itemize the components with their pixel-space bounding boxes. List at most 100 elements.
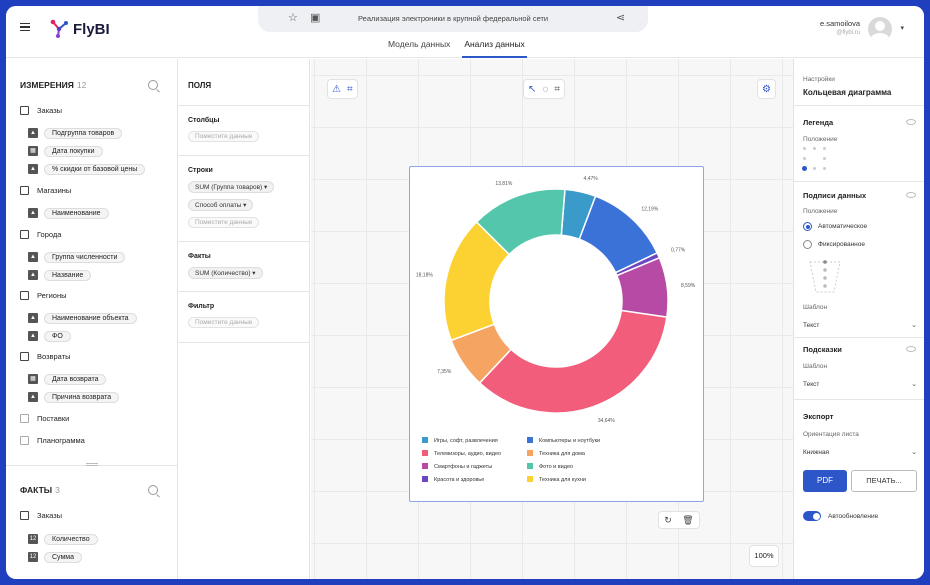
print-button[interactable]: ПЕЧАТЬ... — [851, 470, 917, 492]
group-orders[interactable]: Заказы — [20, 106, 62, 115]
tooltips-title: Подсказки — [803, 345, 842, 354]
legend-label: Игры, софт, развлечения — [434, 438, 498, 444]
frame-icon[interactable]: ⌗ — [554, 84, 560, 95]
orientation-select[interactable]: Книжная ⌄ — [803, 449, 917, 456]
legend-item[interactable]: Техника для кухни — [527, 476, 586, 483]
field-item[interactable]: 12 Количество — [28, 533, 98, 545]
tab-data-analysis[interactable]: Анализ данных — [462, 38, 527, 58]
star-icon[interactable]: ☆ — [288, 11, 298, 24]
field-item[interactable]: ▲% скидки от базовой цены — [28, 163, 146, 175]
facts-label: Факты — [188, 253, 211, 260]
field-item[interactable]: ▲ Подгруппа товаров — [28, 127, 123, 139]
refresh-icon[interactable]: ↻ — [664, 515, 672, 526]
chart-card[interactable]: 4,47% 12,19% 0,77% 8,59% 34,64% 7,35% 18,18% 13… — [409, 166, 704, 502]
tooltips-template-select[interactable]: Текст ⌄ — [803, 381, 917, 388]
cursor-icon[interactable]: ↖ — [528, 84, 536, 95]
eye-icon[interactable] — [906, 192, 916, 198]
legend-label: Красота и здоровье — [434, 477, 485, 483]
chevron-down-icon: ⌄ — [911, 322, 917, 329]
search-icon[interactable] — [148, 485, 158, 495]
group-facts-orders[interactable]: Заказы — [20, 511, 62, 520]
dimension-icon: ▲ — [28, 313, 38, 323]
table-icon — [20, 414, 29, 423]
row-chip[interactable]: SUM (Группа товаров) ▾ — [188, 181, 275, 193]
main-tabs: Модель данных Анализ данных — [386, 38, 527, 58]
group-stores[interactable]: Магазины — [20, 186, 71, 195]
chevron-down-icon: ⌄ — [911, 449, 917, 456]
auto-update-toggle[interactable] — [803, 511, 821, 521]
legend-item[interactable]: Фото и видео — [527, 463, 573, 470]
row-chip[interactable]: Способ оплаты ▾ — [188, 199, 254, 211]
legend-item[interactable]: Телевизоры, аудио, видео — [422, 450, 501, 457]
table-icon — [20, 186, 29, 195]
layout-toolbar: ⚠ ⌗ — [327, 79, 358, 99]
field-item[interactable]: ▲ Наименование — [28, 207, 109, 219]
save-icon[interactable]: ▣ — [310, 11, 320, 24]
data-label: 12,19% — [641, 206, 659, 212]
radio-fixed[interactable]: Фиксированное — [803, 240, 865, 249]
legend-label: Компьютеры и ноутбуки — [539, 438, 601, 444]
label-position-preview — [809, 260, 841, 293]
fact-chip[interactable]: SUM (Количество) ▾ — [188, 267, 263, 279]
facts-title: ФАКТЫ 3 — [20, 485, 60, 495]
avatar[interactable] — [868, 17, 892, 41]
legend-item[interactable]: Техника для дома — [527, 450, 585, 457]
columns-dropzone[interactable]: Поместите данные — [188, 131, 260, 142]
field-item[interactable]: ▲ ФО — [28, 330, 71, 342]
legend-item[interactable]: Красота и здоровье — [422, 476, 484, 483]
chevron-down-icon[interactable]: ▾ — [900, 24, 904, 32]
data-labels-position-label: Положение — [803, 208, 838, 215]
group-supplies[interactable]: Поставки — [20, 414, 69, 423]
field-item[interactable]: ▲ Группа численности — [28, 251, 126, 263]
trash-icon[interactable]: 🗑 — [682, 515, 693, 526]
rows-label: Строки — [188, 167, 213, 174]
legend-item[interactable]: Смартфоны и гаджеты — [422, 463, 492, 470]
lasso-icon[interactable]: ◌ — [542, 84, 548, 95]
radio-auto[interactable]: Автоматическое — [803, 222, 867, 231]
group-returns[interactable]: Возвраты — [20, 352, 71, 361]
zoom-level[interactable]: 100% — [749, 545, 779, 567]
tab-data-model[interactable]: Модель данных — [386, 38, 452, 58]
user-email: @flybi.ru — [836, 30, 860, 36]
calendar-icon: ▦ — [28, 374, 38, 384]
eye-icon[interactable] — [906, 346, 916, 352]
legend-position-label: Положение — [803, 136, 838, 143]
group-cities[interactable]: Города — [20, 230, 61, 239]
filter-label: Фильтр — [188, 303, 215, 310]
field-item[interactable]: ▦ Дата покупки — [28, 145, 103, 157]
crop-icon[interactable]: ⌗ — [347, 84, 353, 95]
legend-swatch — [422, 476, 428, 482]
app-name: FlyBI — [73, 21, 110, 38]
data-labels-template-select[interactable]: Текст ⌄ — [803, 322, 917, 329]
rows-dropzone[interactable]: Поместите данные — [188, 217, 260, 228]
filter-section: Фильтр Поместите данные — [178, 291, 310, 343]
menu-icon[interactable] — [20, 23, 30, 31]
data-label: 4,47% — [584, 176, 599, 182]
data-label: 18,18% — [416, 272, 434, 278]
canvas[interactable]: ⚠ ⌗ ↖ ◌ ⌗ ⚙ 4,47% 12,19% 0,77% 8,59% 34,64% 7… — [311, 59, 793, 579]
legend-item[interactable]: Игры, софт, развлечения — [422, 437, 498, 444]
eye-icon[interactable] — [906, 119, 916, 125]
field-item[interactable]: ▲ Причина возврата — [28, 391, 120, 403]
group-regions[interactable]: Регионы — [20, 291, 66, 300]
legend-item[interactable]: Компьютеры и ноутбуки — [527, 437, 600, 444]
group-planogram[interactable]: Планограмма — [20, 436, 85, 445]
align-icon[interactable]: ⚠ — [332, 84, 341, 95]
data-label: 13,81% — [495, 181, 513, 187]
share-icon[interactable]: ⋖ — [616, 11, 625, 24]
donut-slice[interactable] — [478, 309, 668, 414]
field-item[interactable]: ▲ Название — [28, 269, 92, 281]
dimension-icon: ▲ — [28, 128, 38, 138]
rows-section: Строки SUM (Группа товаров) ▾ Способ опл… — [178, 155, 310, 241]
pdf-button[interactable]: PDF — [803, 470, 847, 492]
field-item[interactable]: ▦ Дата возврата — [28, 373, 107, 385]
field-item[interactable]: 12 Сумма — [28, 551, 82, 563]
field-item[interactable]: ▲ Наименование объекта — [28, 312, 137, 324]
search-icon[interactable] — [148, 80, 158, 90]
filter-dropzone[interactable]: Поместите данные — [188, 317, 260, 328]
legend-label: Смартфоны и гаджеты — [434, 464, 493, 470]
chart-type[interactable]: Кольцевая диаграмма — [803, 88, 891, 97]
gear-icon[interactable]: ⚙ — [762, 84, 771, 95]
resize-handle[interactable] — [86, 463, 98, 466]
settings-toggle[interactable]: ⚙ — [757, 79, 776, 99]
